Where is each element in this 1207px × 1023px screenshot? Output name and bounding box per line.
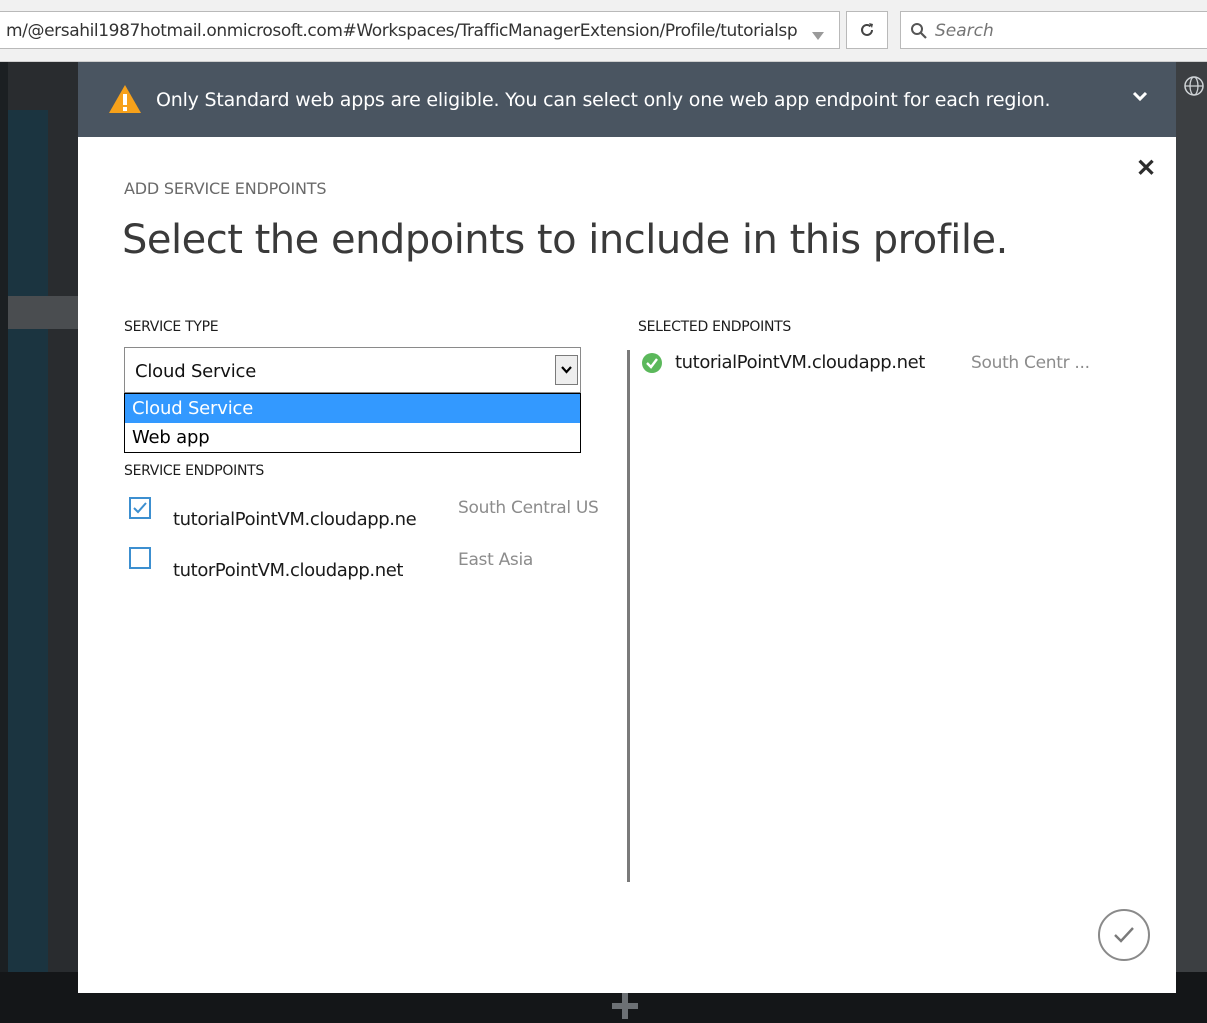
check-circle-icon (642, 353, 662, 373)
endpoint-name: tutorialPointVM.cloudapp.ne (173, 509, 417, 530)
portal-nav-strip-active (8, 296, 78, 329)
portal-nav-strip (8, 110, 48, 296)
selected-endpoints-label: SELECTED ENDPOINTS (638, 319, 791, 335)
service-endpoints-label: SERVICE ENDPOINTS (124, 463, 264, 479)
check-icon (133, 502, 147, 514)
chevron-down-icon[interactable] (1132, 90, 1148, 102)
reload-icon (861, 23, 873, 36)
service-type-select[interactable]: Cloud Service (124, 347, 581, 393)
service-type-label: SERVICE TYPE (124, 319, 219, 335)
option-cloud-service[interactable]: Cloud Service (125, 394, 580, 423)
add-endpoints-dialog: ✕ ADD SERVICE ENDPOINTS Select the endpo… (78, 137, 1176, 993)
endpoint-name: tutorPointVM.cloudapp.net (173, 560, 404, 581)
search-icon (911, 23, 927, 39)
browser-search-box[interactable] (900, 11, 1207, 49)
select-dropdown-button[interactable] (555, 355, 578, 385)
endpoint-checkbox-unchecked[interactable] (129, 547, 151, 569)
url-text[interactable]: m/@ersahil1987hotmail.onmicrosoft.com#Wo… (6, 21, 798, 41)
chevron-down-icon (561, 366, 572, 374)
service-type-value: Cloud Service (135, 361, 257, 382)
service-type-dropdown-list: Cloud Service Web app (124, 393, 581, 453)
globe-icon[interactable] (1183, 75, 1205, 97)
endpoint-checkbox-checked[interactable] (129, 497, 151, 519)
dialog-heading: Select the endpoints to include in this … (122, 217, 1008, 263)
warning-icon (109, 85, 141, 113)
selected-endpoint-name: tutorialPointVM.cloudapp.net (675, 352, 925, 373)
browser-search-input[interactable] (935, 20, 1195, 42)
portal-nav-strip (8, 329, 48, 972)
close-icon[interactable]: ✕ (1136, 157, 1156, 181)
confirm-button[interactable] (1098, 909, 1150, 961)
column-divider (627, 350, 630, 882)
url-history-dropdown-icon[interactable] (812, 32, 824, 40)
plus-icon[interactable] (612, 993, 638, 1019)
notification-message: Only Standard web apps are eligible. You… (156, 89, 1051, 111)
dialog-eyebrow: ADD SERVICE ENDPOINTS (124, 179, 327, 198)
browser-toolbar: m/@ersahil1987hotmail.onmicrosoft.com#Wo… (0, 0, 1207, 62)
portal-right-panel (1176, 62, 1207, 972)
endpoint-region: East Asia (458, 550, 534, 570)
checkmark-circle-icon (1114, 927, 1134, 943)
address-bar[interactable]: m/@ersahil1987hotmail.onmicrosoft.com#Wo… (0, 11, 840, 49)
endpoint-region: South Central US (458, 498, 599, 518)
reload-button[interactable] (846, 11, 888, 49)
selected-endpoint-region: South Centr ... (971, 353, 1090, 373)
notification-bar: Only Standard web apps are eligible. You… (78, 62, 1176, 137)
option-web-app[interactable]: Web app (125, 423, 580, 452)
